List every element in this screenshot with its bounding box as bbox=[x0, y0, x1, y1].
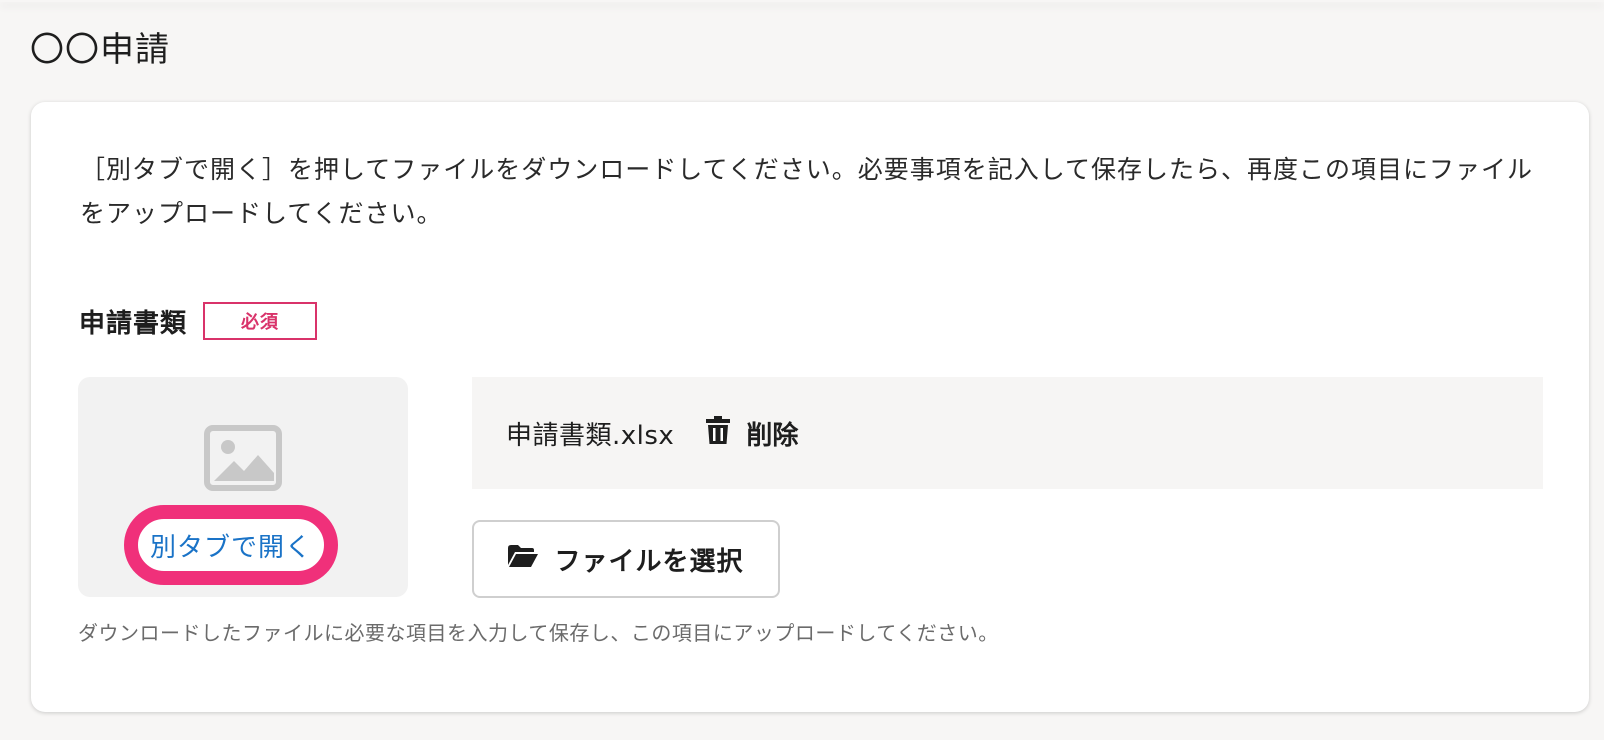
required-badge: 必須 bbox=[203, 302, 318, 340]
folder-open-icon bbox=[508, 544, 539, 574]
trash-icon bbox=[706, 415, 731, 451]
file-name: 申請書類.xlsx bbox=[506, 420, 675, 451]
field-header: 申請書類 必須 bbox=[79, 302, 318, 340]
instruction-text: ［別タブで開く］を押してファイルをダウンロードしてください。必要事項を記入して保… bbox=[80, 155, 1534, 228]
file-preview: 別タブで開く bbox=[78, 377, 408, 597]
open-in-new-tab-link[interactable]: 別タブで開く bbox=[124, 505, 338, 585]
delete-button[interactable]: 削除 bbox=[706, 415, 798, 452]
image-placeholder-icon bbox=[204, 425, 282, 495]
select-file-button[interactable]: ファイルを選択 bbox=[472, 520, 780, 598]
delete-label: 削除 bbox=[746, 420, 799, 451]
top-header-bar bbox=[0, 0, 1604, 2]
field-label: 申請書類 bbox=[79, 308, 188, 339]
uploaded-file-row: 申請書類.xlsx 削除 bbox=[472, 377, 1543, 489]
application-card: ［別タブで開く］を押してファイルをダウンロードしてください。必要事項を記入して保… bbox=[31, 102, 1589, 712]
help-text: ダウンロードしたファイルに必要な項目を入力して保存し、この項目にアップロードして… bbox=[78, 621, 999, 645]
page-title: 〇〇申請 bbox=[30, 30, 170, 70]
select-file-label: ファイルを選択 bbox=[554, 546, 744, 577]
